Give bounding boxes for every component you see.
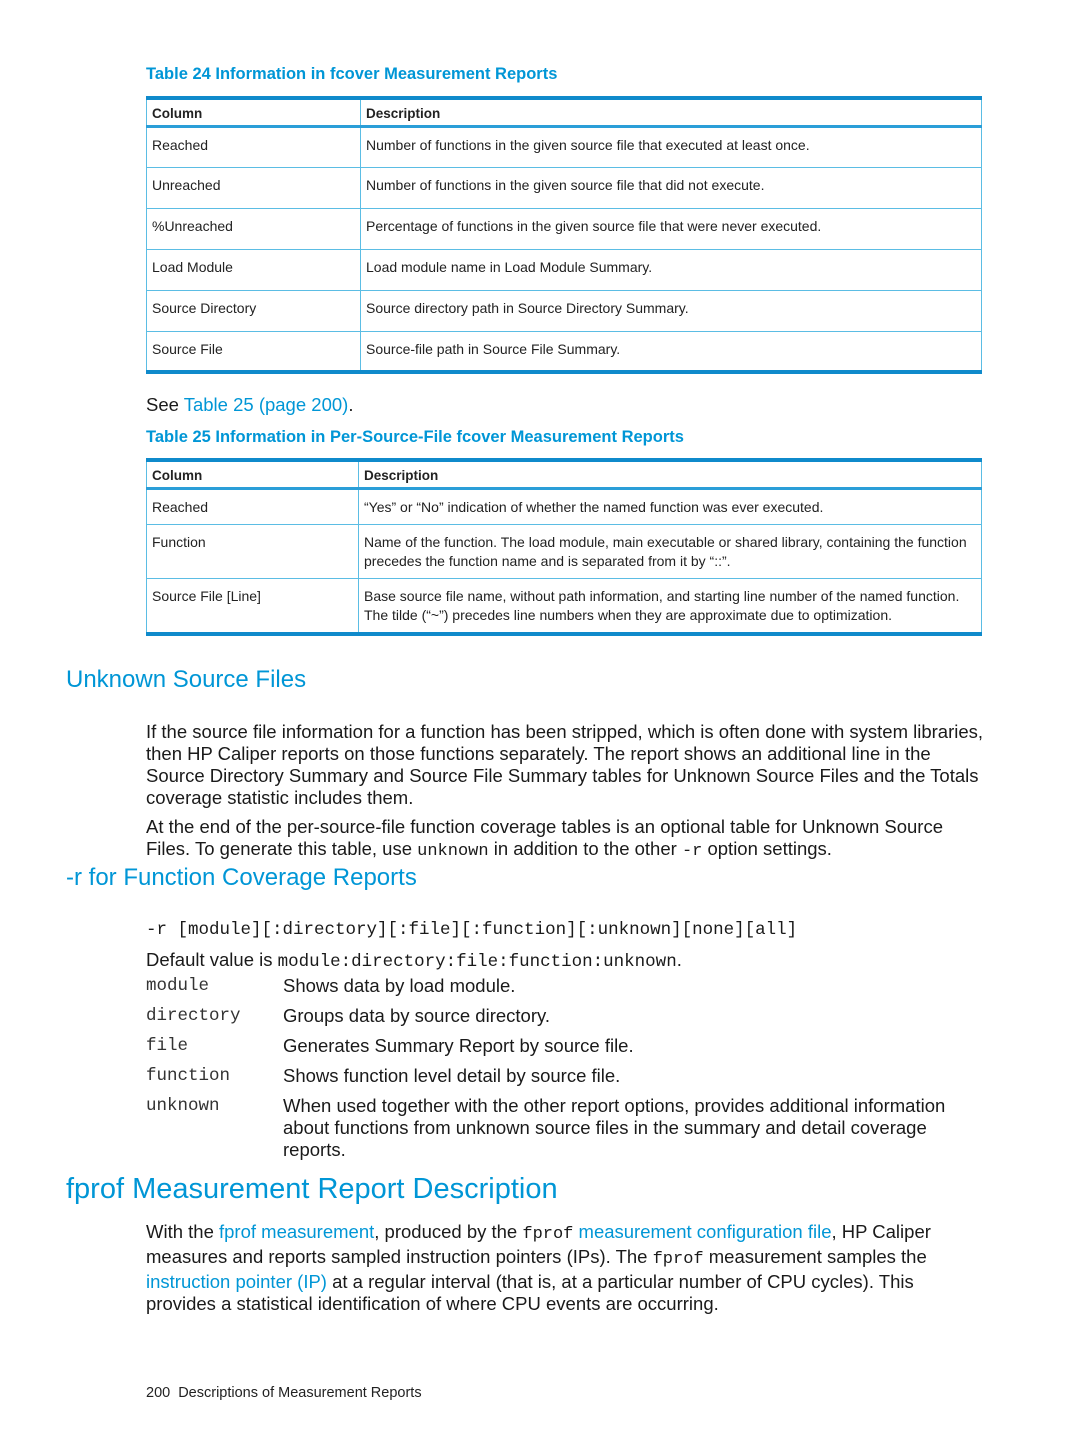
- row-description: Number of functions in the given source …: [360, 166, 982, 209]
- see-table-reference: See Table 25 (page 200).: [146, 394, 353, 416]
- option-item: file Generates Summary Report by source …: [146, 1035, 986, 1057]
- option-item: function Shows function level detail by …: [146, 1065, 986, 1087]
- fprof-paragraph: With the fprof measurement, produced by …: [146, 1221, 986, 1315]
- row-column-name: Reached: [146, 487, 359, 525]
- table-row: Load Module Load module name in Load Mod…: [146, 248, 982, 291]
- row-column-name: Source File [Line]: [146, 577, 359, 636]
- column-header: Column: [146, 97, 361, 128]
- option-description: Shows function level detail by source fi…: [283, 1065, 621, 1086]
- table-24-caption: Table 24 Information in fcover Measureme…: [146, 65, 558, 83]
- table-25-link[interactable]: Table 25 (page 200): [184, 394, 349, 415]
- text-segment: With the: [146, 1221, 219, 1242]
- row-column-name: Unreached: [146, 166, 361, 209]
- option-item: unknown When used together with the othe…: [146, 1095, 986, 1161]
- page-footer: 200 Descriptions of Measurement Reports: [146, 1385, 422, 1401]
- table-header-row: Column Description: [146, 459, 982, 490]
- unknown-source-paragraph-1: If the source file information for a fun…: [146, 721, 984, 808]
- description-header: Description: [360, 97, 982, 128]
- option-description: When used together with the other report…: [283, 1095, 946, 1160]
- instruction-pointer-link[interactable]: instruction pointer (IP): [146, 1271, 327, 1292]
- row-description: Percentage of functions in the given sou…: [360, 207, 982, 250]
- code-fprof: fprof: [652, 1250, 704, 1269]
- table-row: Source File [Line] Base source file name…: [146, 577, 982, 636]
- row-column-name: Load Module: [146, 248, 361, 291]
- row-description: Load module name in Load Module Summary.: [360, 248, 982, 291]
- row-description: Source directory path in Source Director…: [360, 289, 982, 332]
- table-24: Column Description Reached Number of fun…: [146, 96, 982, 374]
- default-value-line: Default value is module:directory:file:f…: [146, 949, 682, 972]
- table-row: Function Name of the function. The load …: [146, 523, 982, 579]
- unknown-source-paragraph-2: At the end of the per-source-file functi…: [146, 816, 986, 863]
- default-prefix: Default value is: [146, 949, 278, 970]
- row-column-name: Source File: [146, 330, 361, 374]
- page-number: 200: [146, 1385, 171, 1401]
- table-25-caption: Table 25 Information in Per-Source-File …: [146, 428, 684, 446]
- column-header: Column: [146, 459, 359, 490]
- table-row: %Unreached Percentage of functions in th…: [146, 207, 982, 250]
- row-column-name: %Unreached: [146, 207, 361, 250]
- code-r-option: -r: [681, 842, 703, 861]
- option-term: function: [146, 1066, 231, 1086]
- option-term: module: [146, 976, 210, 996]
- row-description: Base source file name, without path info…: [358, 577, 982, 636]
- table-25: Column Description Reached “Yes” or “No”…: [146, 458, 982, 636]
- measurement-config-file-link[interactable]: measurement configuration file: [579, 1221, 832, 1242]
- option-item: directory Groups data by source director…: [146, 1005, 986, 1027]
- row-description: “Yes” or “No” indication of whether the …: [358, 487, 982, 525]
- r-option-heading: -r for Function Coverage Reports: [66, 864, 417, 891]
- table-row: Source Directory Source directory path i…: [146, 289, 982, 332]
- chapter-title: Descriptions of Measurement Reports: [178, 1385, 422, 1401]
- text-segment: option settings.: [702, 838, 832, 859]
- option-description: Generates Summary Report by source file.: [283, 1035, 634, 1056]
- text-segment: , produced by the: [374, 1221, 523, 1242]
- unknown-source-files-heading: Unknown Source Files: [66, 666, 307, 693]
- row-description: Name of the function. The load module, m…: [358, 523, 982, 579]
- code-fprof: fprof: [522, 1225, 574, 1244]
- row-description: Source-file path in Source File Summary.: [360, 330, 982, 374]
- table-row: Unreached Number of functions in the giv…: [146, 166, 982, 209]
- see-prefix: See: [146, 394, 184, 415]
- text-segment: measurement samples the: [703, 1246, 927, 1267]
- table-header-row: Column Description: [146, 97, 982, 128]
- code-unknown: unknown: [417, 842, 489, 861]
- table-row: Reached “Yes” or “No” indication of whet…: [146, 487, 982, 525]
- option-item: module Shows data by load module.: [146, 975, 986, 997]
- option-term: directory: [146, 1006, 241, 1026]
- fprof-measurement-link[interactable]: fprof measurement: [219, 1221, 374, 1242]
- fprof-heading: fprof Measurement Report Description: [66, 1173, 558, 1205]
- option-description: Shows data by load module.: [283, 975, 516, 996]
- table-row: Source File Source-file path in Source F…: [146, 330, 982, 374]
- option-term: unknown: [146, 1096, 220, 1116]
- row-column-name: Function: [146, 523, 359, 579]
- option-list: module Shows data by load module. direct…: [146, 975, 986, 1169]
- default-value-code: module:directory:file:function:unknown: [277, 952, 677, 972]
- row-column-name: Source Directory: [146, 289, 361, 332]
- row-description: Number of functions in the given source …: [360, 125, 982, 168]
- description-header: Description: [358, 459, 982, 490]
- option-term: file: [146, 1036, 189, 1056]
- default-suffix: .: [676, 949, 682, 970]
- option-description: Groups data by source directory.: [283, 1005, 551, 1026]
- row-column-name: Reached: [146, 125, 361, 168]
- r-option-syntax: -r [module][:directory][:file][:function…: [146, 920, 798, 940]
- text-segment: in addition to the other: [488, 838, 682, 859]
- see-suffix: .: [348, 394, 354, 415]
- table-row: Reached Number of functions in the given…: [146, 125, 982, 168]
